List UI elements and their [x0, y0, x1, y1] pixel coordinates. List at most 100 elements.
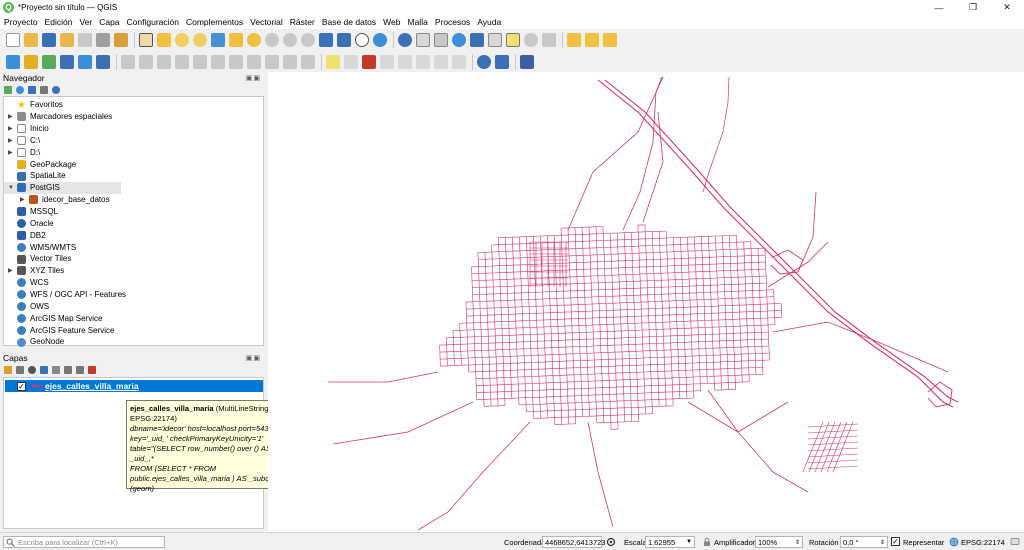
crs-globe-icon[interactable] [949, 537, 959, 547]
annotation-icon[interactable] [542, 33, 556, 47]
layer-name[interactable]: ejes_calles_villa_maria [45, 381, 139, 391]
menu-base-de-datos[interactable]: Base de datos [322, 17, 376, 27]
chevron-right-icon[interactable]: ▶ [8, 125, 13, 132]
browser-item[interactable]: ▶ Marcadores espaciales [4, 111, 263, 123]
zoom-in-icon[interactable] [175, 33, 189, 47]
cut-features-icon[interactable] [229, 55, 243, 69]
save-project-icon[interactable] [42, 33, 56, 47]
filter-by-expression-icon[interactable] [52, 366, 60, 374]
vertex-tool-icon[interactable] [193, 55, 207, 69]
magnifier-spinbox[interactable]: 100% ⇕ [755, 536, 803, 548]
menu-capa[interactable]: Capa [99, 17, 119, 27]
label-tool-icon[interactable] [326, 55, 340, 69]
pan-to-selection-icon[interactable] [157, 33, 171, 47]
python-console-icon[interactable] [495, 55, 509, 69]
minimize-button[interactable]: — [922, 0, 956, 15]
expand-all-icon[interactable] [64, 366, 72, 374]
map-canvas[interactable] [268, 72, 1024, 532]
save-as-icon[interactable] [60, 33, 74, 47]
show-bookmarks-icon[interactable] [337, 33, 351, 47]
rotation-spinbox[interactable]: 0,0 ° ⇕ [840, 536, 888, 548]
toggle-editing-pencil-icon[interactable] [139, 55, 153, 69]
style-manager-icon[interactable] [114, 33, 128, 47]
attribute-table-icon[interactable] [416, 33, 430, 47]
properties-icon[interactable] [52, 86, 60, 94]
temporal-controller-icon[interactable] [355, 33, 369, 47]
new-print-layout-icon[interactable] [78, 33, 92, 47]
style-layer-icon[interactable] [4, 366, 12, 374]
browser-item[interactable]: DB2 [4, 229, 263, 241]
toggle-extents-icon[interactable] [606, 537, 616, 547]
settings-gear-icon[interactable] [524, 33, 538, 47]
manage-themes-eye-icon[interactable] [28, 366, 36, 374]
pan-map-icon[interactable] [139, 33, 153, 47]
browser-item[interactable]: Vector Tiles [4, 253, 263, 265]
select-by-expression-icon[interactable] [585, 33, 599, 47]
pin-labels-icon[interactable] [362, 55, 376, 69]
browser-item[interactable]: ▶ D:\ [4, 146, 263, 158]
delete-selected-icon[interactable] [211, 55, 225, 69]
filter-legend-icon[interactable] [40, 366, 48, 374]
browser-item[interactable]: ★ Favoritos [4, 99, 263, 111]
menu-proyecto[interactable]: Proyecto [4, 17, 38, 27]
browser-item[interactable]: ▼ PostGIS [4, 181, 121, 194]
close-button[interactable]: ✕ [990, 0, 1024, 15]
filter-icon[interactable] [28, 86, 36, 94]
browser-item[interactable]: OWS [4, 300, 263, 312]
collapse-all-icon[interactable] [40, 86, 48, 94]
new-project-icon[interactable] [6, 33, 20, 47]
zoom-layer-icon[interactable] [247, 33, 261, 47]
browser-item[interactable]: ArcGIS Map Service [4, 312, 263, 324]
crs-label[interactable]: EPSG:22174 [961, 538, 1005, 547]
menu-edicion[interactable]: Edición [45, 17, 73, 27]
add-group-icon[interactable] [16, 366, 24, 374]
label-settings-icon[interactable] [344, 55, 358, 69]
field-calculator-icon[interactable] [434, 33, 448, 47]
show-hide-labels-icon[interactable] [380, 55, 394, 69]
zoom-full-icon[interactable] [211, 33, 225, 47]
menu-ver[interactable]: Ver [79, 17, 92, 27]
panel-float-close-icon[interactable]: ▣▣ [246, 354, 261, 362]
chevron-right-icon[interactable]: ▶ [8, 137, 13, 144]
add-geopackage-icon[interactable] [24, 55, 38, 69]
menu-complementos[interactable]: Complementos [186, 17, 243, 27]
locator-search-input[interactable]: Escriba para localizar (Ctrl+K) [3, 536, 165, 548]
copy-features-icon[interactable] [247, 55, 261, 69]
map-tips-icon[interactable] [506, 33, 520, 47]
zoom-out-icon[interactable] [193, 33, 207, 47]
browser-item[interactable]: ArcGIS Feature Service [4, 324, 263, 336]
menu-configuracion[interactable]: Configuración [127, 17, 179, 27]
chevron-right-icon[interactable]: ▶ [8, 267, 13, 274]
measure-line-icon[interactable] [488, 33, 502, 47]
current-edits-icon[interactable] [121, 55, 135, 69]
move-label-icon[interactable] [398, 55, 412, 69]
plugin-manager-icon[interactable] [520, 55, 534, 69]
collapse-all-icon[interactable] [76, 366, 84, 374]
new-bookmark-icon[interactable] [319, 33, 333, 47]
maximize-button[interactable]: ❐ [956, 0, 990, 15]
browser-item[interactable]: Oracle [4, 218, 263, 230]
add-csv-icon[interactable] [96, 55, 110, 69]
chevron-right-icon[interactable]: ▶ [8, 149, 13, 156]
browser-item[interactable]: GeoPackage [4, 158, 263, 170]
lock-scale-icon[interactable] [702, 537, 712, 547]
menu-malla[interactable]: Malla [408, 17, 428, 27]
chevron-right-icon[interactable]: ▶ [8, 113, 13, 120]
coordinate-field[interactable]: 4468652,6413723 [542, 536, 605, 548]
browser-item[interactable]: GeoNode [4, 336, 263, 348]
layer-row[interactable]: ✓ ejes_calles_villa_maria [5, 380, 263, 392]
rotate-label-icon[interactable] [416, 55, 430, 69]
browser-item[interactable]: ▶ idecor_base_datos [4, 194, 263, 206]
render-checkbox[interactable]: ✓ [891, 537, 900, 546]
plugin-car-icon[interactable] [477, 55, 491, 69]
chevron-down-icon[interactable]: ▼ [8, 185, 14, 191]
data-source-manager-icon[interactable] [6, 55, 20, 69]
menu-web[interactable]: Web [383, 17, 400, 27]
digitize-icon[interactable] [175, 55, 189, 69]
menu-procesos[interactable]: Procesos [435, 17, 470, 27]
browser-item[interactable]: WFS / OGC API - Features [4, 289, 263, 301]
refresh-icon[interactable] [16, 86, 24, 94]
browser-item[interactable]: WMS/WMTS [4, 241, 263, 253]
browser-item[interactable]: WCS [4, 277, 263, 289]
refresh-icon[interactable] [373, 33, 387, 47]
